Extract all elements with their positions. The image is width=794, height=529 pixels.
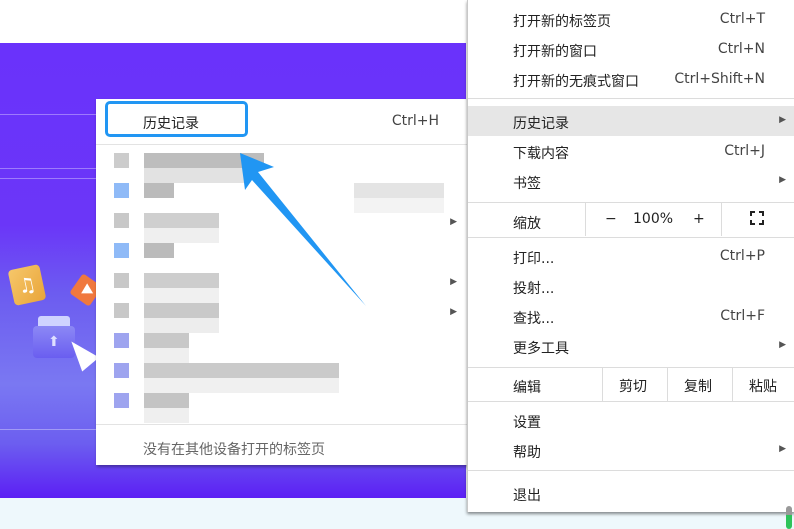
menu-item-more-tools[interactable]: 更多工具 ▶ xyxy=(468,331,794,361)
submenu-arrow-icon: ▶ xyxy=(779,444,786,454)
history-entry[interactable] xyxy=(96,183,467,213)
no-other-device-tabs: 没有在其他设备打开的标签页 xyxy=(143,442,325,458)
submenu-arrow-icon: ▶ xyxy=(450,277,457,287)
history-shortcut: Ctrl+H xyxy=(391,113,439,129)
menu-item-zoom: 缩放 xyxy=(513,216,541,232)
zoom-divider xyxy=(721,203,722,236)
menu-item-bookmarks[interactable]: 书签 ▶ xyxy=(468,166,794,196)
menu-separator xyxy=(468,237,794,238)
highlight-box xyxy=(105,101,248,137)
submenu-arrow-icon: ▶ xyxy=(450,217,457,227)
menu-item-settings[interactable]: 设置 xyxy=(468,405,794,435)
menu-separator xyxy=(468,470,794,471)
banner-divider xyxy=(0,429,100,430)
fullscreen-icon[interactable] xyxy=(750,211,764,225)
browser-main-menu: 打开新的标签页 Ctrl+T 打开新的窗口 Ctrl+N 打开新的无痕式窗口 C… xyxy=(467,0,794,512)
zoom-level: 100% xyxy=(633,211,674,227)
page-header-area xyxy=(0,0,470,43)
menu-item-exit[interactable]: 退出 xyxy=(468,478,794,508)
submenu-arrow-icon: ▶ xyxy=(779,340,786,350)
menu-item-print[interactable]: 打印... Ctrl+P xyxy=(468,241,794,271)
menu-separator xyxy=(468,202,794,203)
zoom-in-button[interactable]: + xyxy=(693,211,705,227)
banner-divider xyxy=(0,168,100,169)
menu-separator xyxy=(468,401,794,402)
menu-item-cast[interactable]: 投射... xyxy=(468,271,794,301)
history-entry[interactable]: ▶ xyxy=(96,213,467,243)
menu-item-history[interactable]: 历史记录 ▶ xyxy=(468,106,794,136)
paste-button[interactable]: 粘贴 xyxy=(749,376,777,396)
copy-button[interactable]: 复制 xyxy=(684,376,712,396)
banner-divider xyxy=(0,114,100,115)
menu-separator xyxy=(468,98,794,99)
cut-button[interactable]: 剪切 xyxy=(619,376,647,396)
history-entry[interactable] xyxy=(96,243,467,273)
submenu-arrow-icon: ▶ xyxy=(779,175,786,185)
banner-divider xyxy=(0,178,100,179)
submenu-arrow-icon: ▶ xyxy=(450,307,457,317)
history-entry[interactable] xyxy=(96,363,467,393)
history-entry[interactable]: ▶ xyxy=(96,303,467,333)
edit-divider xyxy=(732,368,733,401)
edit-divider xyxy=(667,368,668,401)
submenu-separator xyxy=(96,424,467,425)
menu-item-help[interactable]: 帮助 ▶ xyxy=(468,435,794,465)
zoom-out-button[interactable]: − xyxy=(605,211,617,227)
history-entry[interactable] xyxy=(96,333,467,363)
menu-separator xyxy=(468,367,794,368)
submenu-separator xyxy=(96,144,467,145)
scrollbar-thumb[interactable] xyxy=(786,506,792,529)
edit-divider xyxy=(602,368,603,401)
history-submenu: 历史记录 Ctrl+H ▶ ▶ ▶ 没有在其他设备打开的标签页 xyxy=(96,99,467,465)
history-entry[interactable]: ▶ xyxy=(96,273,467,303)
menu-item-downloads[interactable]: 下载内容 Ctrl+J xyxy=(468,136,794,166)
zoom-divider xyxy=(585,203,586,236)
history-entry[interactable] xyxy=(96,393,467,423)
submenu-arrow-icon: ▶ xyxy=(779,115,786,125)
history-entry[interactable] xyxy=(96,153,467,183)
menu-item-new-tab[interactable]: 打开新的标签页 Ctrl+T xyxy=(468,4,794,34)
menu-item-new-window[interactable]: 打开新的窗口 Ctrl+N xyxy=(468,34,794,64)
menu-item-find[interactable]: 查找... Ctrl+F xyxy=(468,301,794,331)
menu-item-new-incognito-window[interactable]: 打开新的无痕式窗口 Ctrl+Shift+N xyxy=(468,64,794,94)
